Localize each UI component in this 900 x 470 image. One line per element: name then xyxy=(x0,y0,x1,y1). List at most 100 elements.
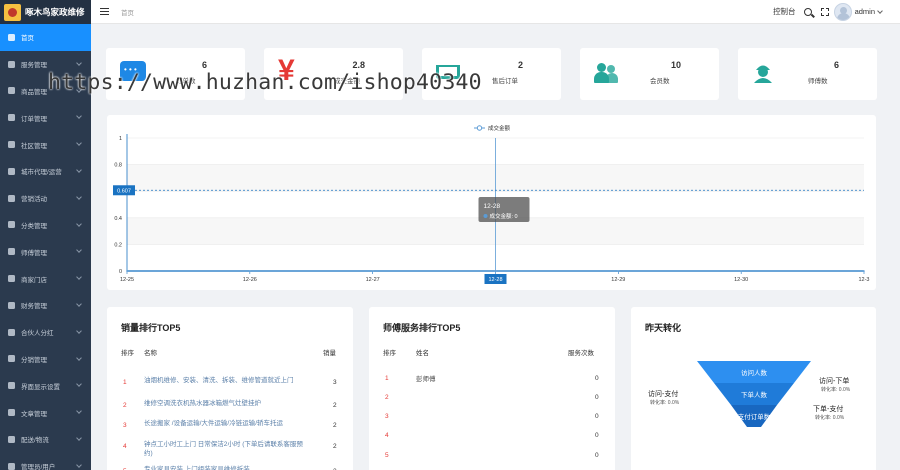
worker-icon xyxy=(752,61,774,83)
brand[interactable]: 啄木鸟家政维修 xyxy=(0,0,91,24)
sidebar-item[interactable]: 社区管理 xyxy=(0,131,91,158)
stat-label: 售后订单 xyxy=(492,78,518,85)
y-tick-label: 0 xyxy=(119,269,122,275)
row-count: 2 xyxy=(333,443,337,450)
row-name[interactable]: 钟点工小时工上门 日常保洁2小时 (下单后请联系客服预约) xyxy=(144,440,307,458)
sidebar-item-label: 管理员/用户 xyxy=(21,464,56,470)
legend-label: 成交金额 xyxy=(488,124,511,132)
stat-card-orders[interactable]: 6 订单数 xyxy=(106,48,245,100)
row-count: 2 xyxy=(333,422,337,429)
master-top-panel: 师傅服务排行TOP5 排序 姓名 服务次数 1 彭师傅 0 2 0 3 0 4 0 5 0 xyxy=(369,307,615,470)
avatar[interactable] xyxy=(833,2,852,21)
stat-card-aftersale[interactable]: 2 售后订单 xyxy=(422,48,561,100)
row-rank: 4 xyxy=(385,432,389,439)
row-rank: 2 xyxy=(385,394,389,401)
menu-icon xyxy=(8,275,15,283)
tooltip-text: 成交金额: 0 xyxy=(490,212,518,220)
sales-chart-panel: 00.20.40.60.8112-2512-2612-2712-2812-291… xyxy=(107,115,876,290)
col-header-rank: 排序 xyxy=(121,350,134,357)
sidebar-item[interactable]: 商品管理 xyxy=(0,78,91,105)
sidebar-item-label: 商家门店 xyxy=(21,276,47,284)
sidebar-item[interactable]: 商家门店 xyxy=(0,265,91,292)
stat-card-amount[interactable]: ¥ 2.8 成交金额 xyxy=(264,48,403,100)
chevron-down-icon xyxy=(76,381,82,388)
crosshair-y-label: 0.607 xyxy=(117,188,131,194)
row-count: 3 xyxy=(333,379,337,386)
sidebar-item-label: 合伙人分红 xyxy=(21,330,54,338)
fullscreen-icon[interactable] xyxy=(820,7,829,16)
row-name[interactable]: 长途搬家 /设备运输/大件运输/冷链运输/轿车托运 xyxy=(144,419,307,428)
sidebar-item[interactable]: 管理员/用户 xyxy=(0,453,91,470)
user-name[interactable]: admin xyxy=(855,7,875,16)
sidebar-item[interactable]: 分类管理 xyxy=(0,212,91,239)
menu-icon xyxy=(8,194,15,202)
row-name[interactable]: 油烟机维修、安装、清洗、拆装、维修管道就近上门 xyxy=(144,376,307,385)
col-header-name: 名称 xyxy=(144,350,157,357)
sidebar-item[interactable]: 订单管理 xyxy=(0,104,91,131)
sidebar-item-label: 城市代理/运营 xyxy=(21,169,62,177)
chevron-down-icon xyxy=(76,274,82,281)
breadcrumb[interactable]: 首页 xyxy=(121,7,134,17)
chevron-down-icon xyxy=(76,327,82,334)
sidebar-item[interactable]: 城市代理/运营 xyxy=(0,158,91,185)
menu-icon xyxy=(8,114,15,122)
chevron-down-icon xyxy=(76,435,82,441)
chevron-down-icon xyxy=(76,220,82,227)
stat-card-members[interactable]: 10 会员数 xyxy=(580,48,719,100)
sidebar-item-label: 营销活动 xyxy=(21,196,47,204)
chevron-down-icon[interactable] xyxy=(877,7,883,14)
menu-toggle-icon[interactable] xyxy=(100,8,109,15)
sidebar-item-label: 商品管理 xyxy=(21,88,47,96)
sidebar-item[interactable]: 师傅管理 xyxy=(0,238,91,265)
row-name[interactable]: 专业家具安装 上门组装家具维修拆装 xyxy=(144,465,307,470)
sidebar-item[interactable]: 界面显示设置 xyxy=(0,372,91,399)
sidebar-item[interactable]: 文章管理 xyxy=(0,399,91,426)
menu-icon xyxy=(8,248,15,256)
sidebar-item[interactable]: 财务管理 xyxy=(0,292,91,319)
stat-value: 6 xyxy=(833,60,839,70)
row-name[interactable]: 彭师傅 xyxy=(416,375,436,384)
stat-label: 订单数 xyxy=(176,78,196,85)
row-rank: 2 xyxy=(123,402,127,409)
sales-line-chart[interactable]: 00.20.40.60.8112-2512-2612-2712-2812-291… xyxy=(107,115,876,290)
col-header-count: 销量 xyxy=(323,350,336,357)
sidebar-item[interactable]: 首页 xyxy=(0,24,91,51)
conv-right-top-rate: 转化率: 0.0% xyxy=(821,387,851,393)
stat-card-masters[interactable]: 6 师傅数 xyxy=(738,48,877,100)
funnel-level-3: 支付订单数 xyxy=(738,412,771,421)
chevron-down-icon xyxy=(76,301,82,307)
users-icon xyxy=(594,61,618,83)
conv-right-bottom-label: 下单-支付 xyxy=(813,406,844,413)
sidebar-item[interactable]: 营销活动 xyxy=(0,185,91,212)
series-point xyxy=(863,270,865,272)
console-link[interactable]: 控制台 xyxy=(773,6,796,17)
sidebar-item-label: 师傅管理 xyxy=(21,249,47,257)
chevron-down-icon xyxy=(76,193,82,200)
panel-title: 师傅服务排行TOP5 xyxy=(383,323,461,333)
sidebar-menu: 首页 服务管理商品管理订单管理 社区管理城市代理/运营 营销活动分类管理师傅管理商家门… xyxy=(0,24,91,470)
y-tick-label: 0.2 xyxy=(114,242,122,248)
menu-icon xyxy=(8,221,15,229)
sidebar-item[interactable]: 分销管理 xyxy=(0,346,91,373)
sidebar-item[interactable]: 配送/物流 xyxy=(0,426,91,453)
row-name[interactable]: 维修空调洗衣机热水器冰箱燃气灶壁挂炉 xyxy=(144,399,307,408)
menu-icon xyxy=(8,301,15,309)
menu-icon xyxy=(8,87,15,95)
sidebar-item[interactable]: 合伙人分红 xyxy=(0,319,91,346)
col-header-rank: 排序 xyxy=(383,350,396,357)
sidebar-item[interactable]: 服务管理 xyxy=(0,51,91,78)
chevron-down-icon xyxy=(76,59,82,66)
tooltip-marker xyxy=(483,214,488,218)
row-rank: 3 xyxy=(123,422,127,429)
conversion-funnel: 访问人数 下单人数 支付订单数 xyxy=(697,361,811,427)
menu-icon xyxy=(8,167,15,175)
funnel-level-2: 下单人数 xyxy=(741,390,768,399)
sidebar-item-label: 分类管理 xyxy=(21,222,47,230)
y-tick-label: 1 xyxy=(119,136,122,142)
sidebar-item-label: 配送/物流 xyxy=(21,437,49,445)
stat-value: 2 xyxy=(517,60,523,70)
col-header-name: 姓名 xyxy=(416,350,429,357)
search-icon[interactable] xyxy=(803,7,812,16)
row-rank: 4 xyxy=(123,443,127,450)
menu-icon xyxy=(8,382,15,390)
